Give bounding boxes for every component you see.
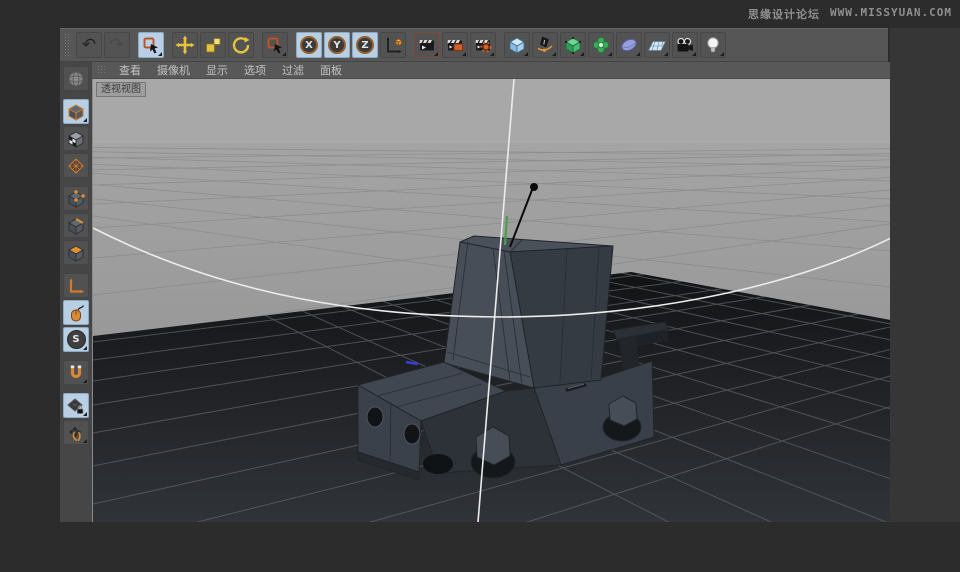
add-deformer-button[interactable] (616, 32, 642, 58)
align-workplane-button[interactable] (63, 420, 89, 445)
make-editable-button[interactable] (63, 66, 89, 91)
floor-grid-icon (647, 41, 667, 51)
right-spacer (890, 28, 960, 522)
rotate-tool-button[interactable] (228, 32, 254, 58)
live-selection-button[interactable] (138, 32, 164, 58)
3d-scene (93, 79, 890, 522)
add-camera-button[interactable] (672, 32, 698, 58)
menu-panel[interactable]: 面板 (312, 62, 350, 78)
mode-palette: S (60, 62, 92, 522)
make-editable-icon (68, 71, 84, 86)
move-tool-button[interactable] (172, 32, 198, 58)
axis-icon (69, 277, 85, 293)
cube-primitive-icon (509, 37, 525, 54)
menubar-drag-handle[interactable] (97, 65, 107, 75)
lock-y-axis-button[interactable]: Y (324, 32, 350, 58)
menu-filter[interactable]: 过滤 (274, 62, 312, 78)
mouse-icon (71, 304, 85, 321)
menu-options[interactable]: 选项 (236, 62, 274, 78)
viewport-label: 透视视图 (96, 82, 146, 97)
viewport-canvas[interactable]: 透视视图 (92, 79, 890, 522)
lock-z-axis-button[interactable]: Z (352, 32, 378, 58)
lock-workplane-button[interactable] (63, 393, 89, 418)
lock-x-axis-button[interactable]: X (296, 32, 322, 58)
points-mode-button[interactable] (63, 186, 89, 211)
render-settings-button[interactable] (470, 32, 496, 58)
sky (93, 79, 890, 143)
workplane-mode-button[interactable] (63, 153, 89, 178)
edges-mode-button[interactable] (63, 213, 89, 238)
undo-icon: ↶ (81, 34, 97, 55)
main-toolbar: ↶ ↷ X Y Z (60, 28, 888, 62)
car-antenna-tip (530, 183, 538, 191)
watermark-site-name: 思缘设计论坛 (748, 8, 821, 21)
texture-mode-icon (67, 130, 85, 148)
coordinate-system-button[interactable] (380, 32, 406, 58)
undo-button[interactable]: ↶ (76, 32, 102, 58)
add-primitive-button[interactable] (504, 32, 530, 58)
bottom-spacer (0, 522, 960, 572)
polygons-mode-icon (67, 244, 85, 262)
array-flower-icon (593, 37, 609, 53)
render-view-icon (419, 39, 435, 52)
move-icon (175, 35, 195, 55)
model-mode-button[interactable] (63, 99, 89, 124)
viewport-menubar: 查看 摄像机 显示 选项 过滤 面板 (92, 62, 890, 79)
menu-view[interactable]: 查看 (111, 62, 149, 78)
z-axis-icon: Z (356, 36, 374, 54)
menu-cameras[interactable]: 摄像机 (149, 62, 198, 78)
redo-icon: ↷ (109, 34, 125, 55)
enable-axis-button[interactable] (63, 273, 89, 298)
add-generator-button[interactable] (560, 32, 586, 58)
car-headlight (403, 423, 421, 445)
points-mode-icon (67, 189, 85, 208)
live-selection-icon (143, 37, 158, 54)
render-picture-viewer-icon (447, 39, 463, 52)
watermark: 思缘设计论坛 WWW.MISSYUAN.COM (748, 6, 952, 22)
solo-icon: S (66, 330, 86, 349)
magnet-icon (70, 365, 82, 378)
edges-mode-icon (67, 217, 85, 235)
light-bulb-icon (707, 37, 719, 53)
toolbar-drag-handle[interactable] (64, 33, 71, 57)
render-view-button[interactable] (414, 32, 440, 58)
render-settings-icon (475, 39, 492, 53)
deformer-icon (621, 38, 637, 52)
spline-pen-icon (537, 36, 553, 52)
add-modeling-object-button[interactable] (588, 32, 614, 58)
workplane-align-icon (67, 424, 83, 441)
scale-tool-button[interactable] (200, 32, 226, 58)
model-mode-icon (67, 103, 85, 121)
texture-mode-button[interactable] (63, 126, 89, 151)
rotate-icon (232, 37, 250, 54)
last-tool-button[interactable] (262, 32, 288, 58)
snap-button[interactable] (63, 360, 89, 385)
coordinate-system-icon (386, 36, 403, 53)
selection-icon (267, 37, 282, 54)
render-picture-viewer-button[interactable] (442, 32, 468, 58)
tweak-mode-button[interactable] (63, 300, 89, 325)
polygons-mode-button[interactable] (63, 240, 89, 265)
car-headlight (366, 406, 384, 428)
redo-button[interactable]: ↷ (104, 32, 130, 58)
y-axis-icon: Y (328, 36, 346, 54)
add-environment-button[interactable] (644, 32, 670, 58)
generator-cube-icon (565, 37, 581, 54)
camera-icon (677, 37, 693, 52)
solo-mode-button[interactable]: S (63, 327, 89, 352)
scale-icon (206, 38, 221, 53)
add-light-button[interactable] (700, 32, 726, 58)
menu-display[interactable]: 显示 (198, 62, 236, 78)
workplane-mode-icon (68, 157, 84, 174)
workplane-lock-icon (67, 397, 84, 414)
x-axis-icon: X (300, 36, 318, 54)
add-spline-button[interactable] (532, 32, 558, 58)
watermark-site-url: WWW.MISSYUAN.COM (830, 6, 952, 19)
